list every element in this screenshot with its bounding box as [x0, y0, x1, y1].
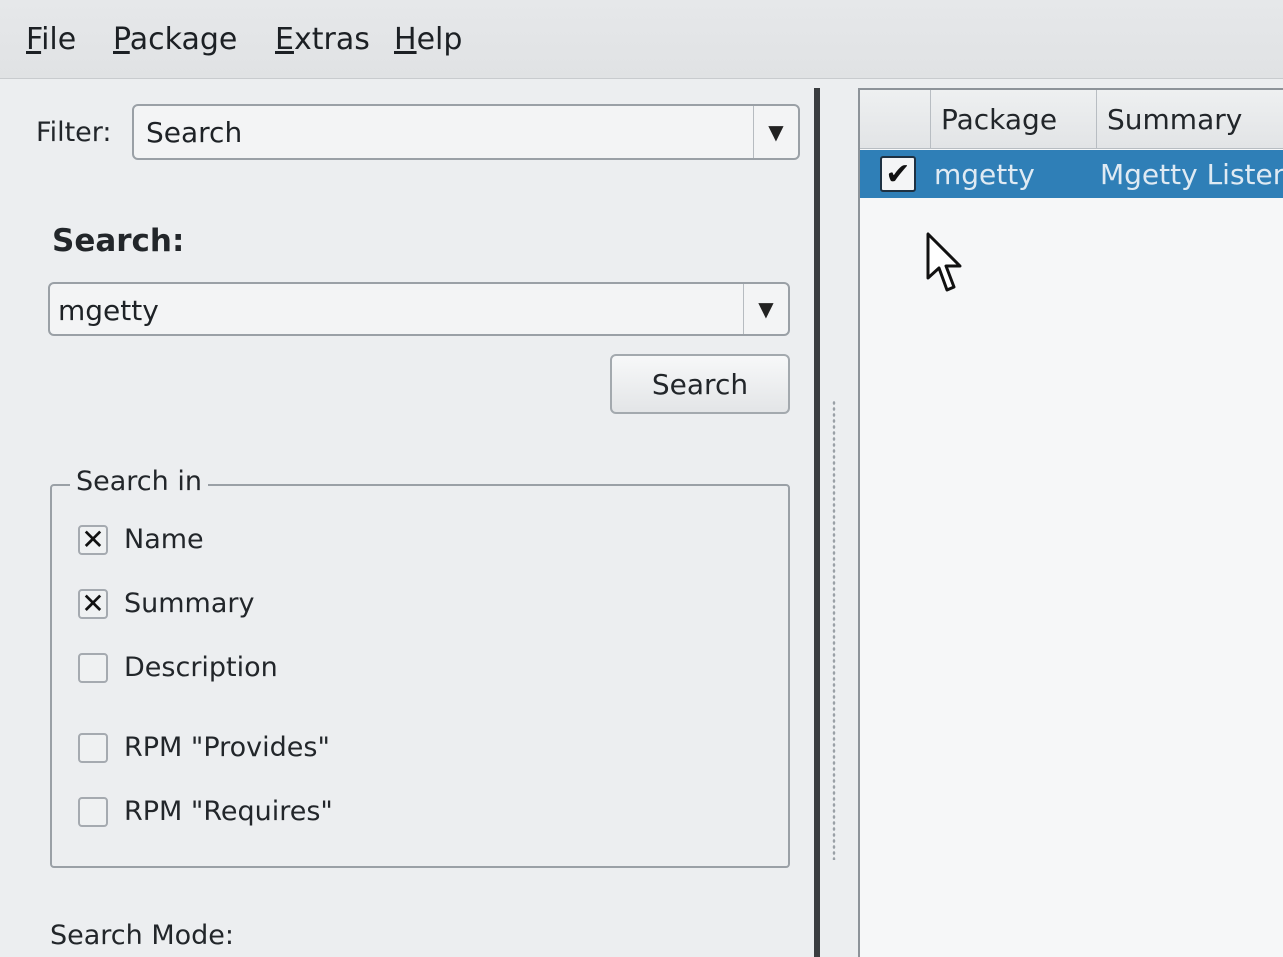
checkbox-empty[interactable] [78, 732, 108, 763]
checkmark-icon[interactable]: ✔ [880, 156, 916, 192]
checkbox-empty[interactable] [78, 796, 108, 827]
table-header: Package Summary [860, 90, 1283, 149]
filter-value: Search [146, 116, 243, 149]
table-row[interactable]: ✔ mgetty Mgetty Listen [860, 150, 1283, 198]
menu-package[interactable]: Package [113, 22, 237, 57]
option-summary[interactable]: ✕ Summary [78, 588, 254, 619]
column-header-package[interactable]: Package [930, 90, 1096, 148]
results-table: Package Summary ✔ mgetty Mgetty Listen [858, 88, 1283, 957]
search-in-group: Search in ✕ Name ✕ Summary Description R… [50, 466, 790, 868]
search-in-legend: Search in [70, 466, 208, 497]
search-button[interactable]: Search [610, 354, 790, 414]
mouse-pointer-icon [926, 232, 962, 292]
menu-file[interactable]: File [26, 22, 76, 57]
search-mode-label: Search Mode: [50, 920, 235, 951]
menu-extras[interactable]: Extras [275, 22, 370, 57]
row-summary: Mgetty Listen [1100, 158, 1283, 191]
search-input[interactable]: mgetty ▼ [48, 282, 790, 336]
search-heading: Search: [52, 223, 185, 259]
splitter-grip[interactable] [832, 400, 836, 860]
option-rpm-requires[interactable]: RPM "Requires" [78, 796, 333, 827]
menubar: File Package Extras Help [0, 0, 1283, 79]
search-query: mgetty [58, 294, 159, 327]
filter-label: Filter: [36, 117, 112, 148]
dropdown-arrow-icon[interactable]: ▼ [753, 106, 798, 158]
x-mark-icon[interactable]: ✕ [78, 588, 108, 619]
dropdown-arrow-icon[interactable]: ▼ [743, 284, 788, 334]
option-name[interactable]: ✕ Name [78, 524, 204, 555]
option-rpm-provides[interactable]: RPM "Provides" [78, 732, 330, 763]
row-package: mgetty [934, 158, 1035, 191]
x-mark-icon[interactable]: ✕ [78, 524, 108, 555]
filter-combobox[interactable]: Search ▼ [132, 104, 800, 160]
menu-help[interactable]: Help [394, 22, 462, 57]
pane-splitter[interactable] [814, 88, 820, 957]
option-description[interactable]: Description [78, 652, 278, 683]
checkbox-empty[interactable] [78, 652, 108, 683]
column-header-status[interactable] [860, 90, 930, 148]
column-header-summary[interactable]: Summary [1096, 90, 1283, 148]
